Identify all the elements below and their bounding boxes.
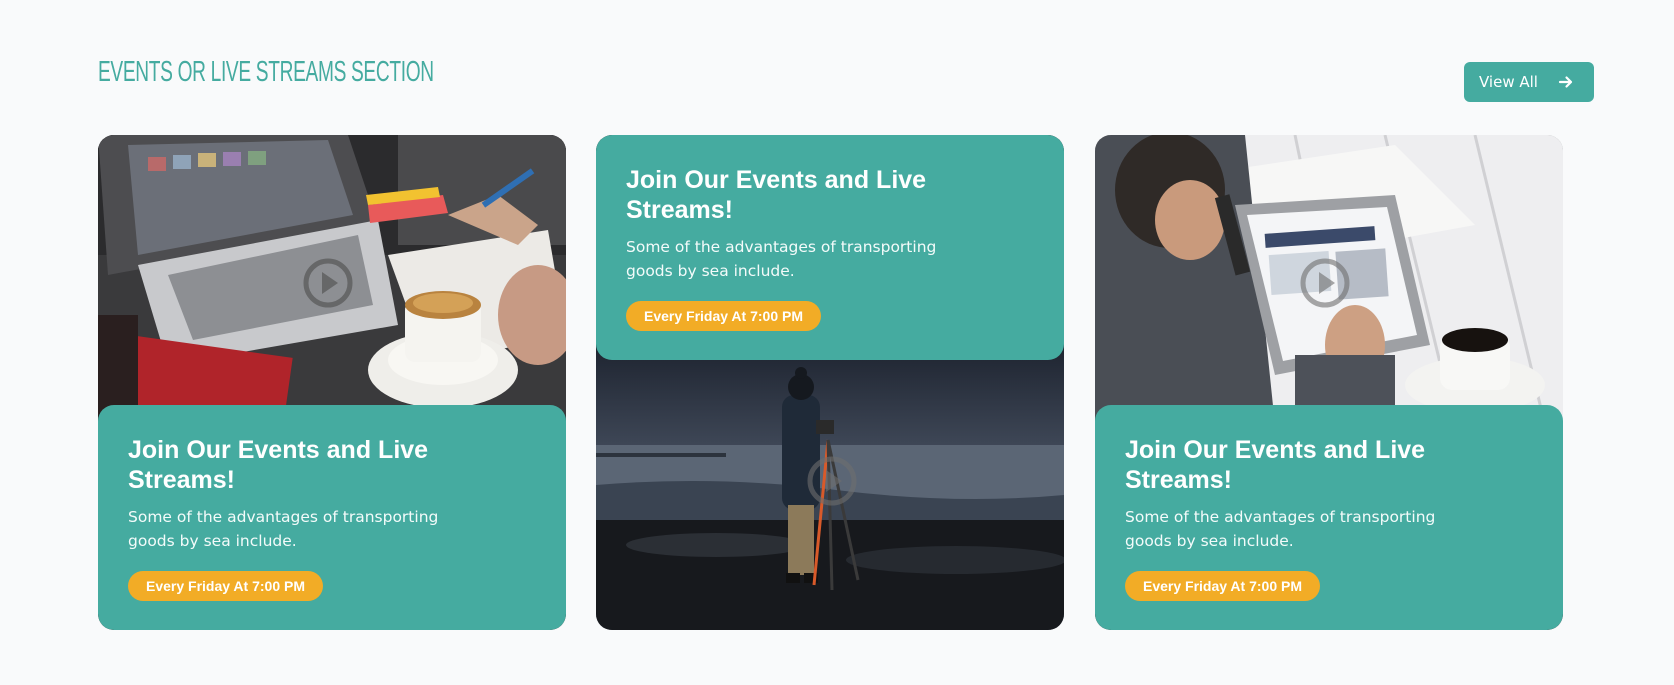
event-schedule-badge: Every Friday At 7:00 PM — [1125, 571, 1320, 601]
view-all-label: View All — [1479, 73, 1538, 91]
view-all-button[interactable]: View All — [1464, 62, 1594, 102]
section-title: EVENTS OR LIVE STREAMS SECTION — [98, 56, 434, 88]
event-description: Some of the advantages of transporting g… — [1125, 508, 1436, 550]
play-circle-icon[interactable] — [1299, 257, 1351, 309]
play-circle-icon[interactable] — [806, 455, 858, 507]
event-description: Some of the advantages of transporting g… — [626, 238, 937, 280]
event-card-content: Join Our Events and Live Streams! Some o… — [98, 405, 566, 630]
event-card-content: Join Our Events and Live Streams! Some o… — [1095, 405, 1563, 630]
event-title: Join Our Events and Live Streams! — [128, 436, 429, 494]
event-card[interactable]: Join Our Events and Live Streams! Some o… — [596, 135, 1064, 630]
arrow-right-icon — [1558, 74, 1574, 90]
play-circle-icon[interactable] — [302, 257, 354, 309]
event-schedule-badge: Every Friday At 7:00 PM — [626, 301, 821, 331]
event-description: Some of the advantages of transporting g… — [128, 508, 439, 550]
event-card-content: Join Our Events and Live Streams! Some o… — [596, 135, 1064, 360]
event-card[interactable]: Join Our Events and Live Streams! Some o… — [98, 135, 566, 630]
event-title: Join Our Events and Live Streams! — [626, 166, 927, 224]
event-schedule-badge: Every Friday At 7:00 PM — [128, 571, 323, 601]
event-card[interactable]: Join Our Events and Live Streams! Some o… — [1095, 135, 1563, 630]
event-title: Join Our Events and Live Streams! — [1125, 436, 1426, 494]
